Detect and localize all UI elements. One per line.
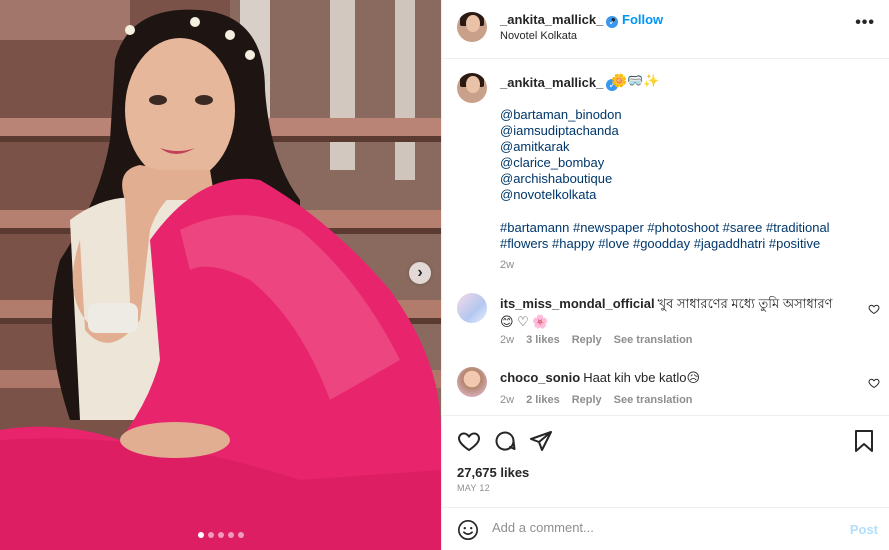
caption-avatar[interactable] — [457, 73, 487, 103]
emoji-icon[interactable] — [457, 519, 479, 544]
carousel-dot — [227, 532, 234, 538]
mention-link[interactable]: @novotelkolkata — [500, 187, 622, 203]
commenter-username[interactable]: choco_sonio — [500, 370, 580, 385]
caption-username[interactable]: _ankita_mallick_ ✓ — [500, 75, 619, 91]
next-photo-button[interactable]: › — [409, 262, 431, 284]
caption-hashtags[interactable]: #bartamann #newspaper #photoshoot #saree… — [500, 220, 840, 252]
caption-emojis: 🌼🥽✨ — [611, 73, 660, 88]
comment-meta: 2w 3 likes Reply See translation — [500, 334, 693, 346]
see-translation-button[interactable]: See translation — [614, 334, 693, 346]
post-header: _ankita_mallick_ ✓ • Follow Novotel Kolka… — [442, 0, 889, 59]
post-actions — [442, 415, 889, 463]
heart-icon[interactable] — [457, 429, 481, 456]
carousel-dot — [217, 532, 224, 538]
carousel-dot — [207, 532, 214, 538]
mention-link[interactable]: @iamsudiptachanda — [500, 123, 622, 139]
add-comment-bar: Post — [442, 507, 889, 550]
caption-username-text[interactable]: _ankita_mallick_ — [500, 75, 603, 90]
post-photo[interactable]: › — [0, 0, 441, 550]
reply-button[interactable]: Reply — [572, 394, 602, 406]
comment-likes[interactable]: 3 likes — [526, 334, 560, 346]
likes-count[interactable]: 27,675 likes — [457, 465, 529, 480]
photo-scene — [0, 0, 441, 550]
bookmark-icon[interactable] — [853, 429, 875, 456]
header-separator: • — [611, 12, 616, 27]
reply-button[interactable]: Reply — [572, 334, 602, 346]
comment-time[interactable]: 2w — [500, 394, 514, 406]
carousel-indicator — [0, 532, 441, 538]
comment-heart-icon[interactable] — [868, 303, 880, 318]
comment-body: its_miss_mondal_official খুব সাধারণের মধ্… — [500, 295, 840, 331]
see-translation-button[interactable]: See translation — [614, 394, 693, 406]
commenter-avatar[interactable] — [457, 293, 487, 323]
comment-input[interactable] — [492, 520, 832, 535]
mention-link[interactable]: @archishaboutique — [500, 171, 622, 187]
comment-text: Haat kih vbe katlo😥 — [583, 370, 701, 385]
post-comment-button[interactable]: Post — [850, 522, 878, 537]
author-username[interactable]: _ankita_mallick_ ✓ — [500, 12, 619, 28]
share-icon[interactable] — [529, 429, 553, 456]
caption-timestamp[interactable]: 2w — [500, 259, 514, 271]
instagram-post: › _ankita_mallick_ ✓ • Follow Novotel Kol… — [0, 0, 889, 550]
comment-icon[interactable] — [493, 429, 517, 456]
author-username-text[interactable]: _ankita_mallick_ — [500, 12, 603, 27]
next-arrow-icon: › — [417, 264, 423, 281]
comment-likes[interactable]: 2 likes — [526, 394, 560, 406]
follow-button[interactable]: Follow — [622, 12, 663, 27]
comment-body: choco_sonio Haat kih vbe katlo😥 — [500, 369, 840, 387]
comment-time[interactable]: 2w — [500, 334, 514, 346]
caption-mentions: @bartaman_binodon @iamsudiptachanda @ami… — [500, 107, 622, 203]
commenter-username[interactable]: its_miss_mondal_official — [500, 296, 655, 311]
comment-heart-icon[interactable] — [868, 377, 880, 392]
commenter-avatar[interactable] — [457, 367, 487, 397]
carousel-dot — [197, 532, 204, 538]
author-avatar[interactable] — [457, 12, 487, 42]
mention-link[interactable]: @clarice_bombay — [500, 155, 622, 171]
post-date[interactable]: MAY 12 — [457, 483, 490, 493]
carousel-dot — [237, 532, 244, 538]
comment-meta: 2w 2 likes Reply See translation — [500, 394, 693, 406]
post-location[interactable]: Novotel Kolkata — [500, 30, 577, 42]
more-icon[interactable]: ••• — [855, 14, 875, 32]
mention-link[interactable]: @amitkarak — [500, 139, 622, 155]
mention-link[interactable]: @bartaman_binodon — [500, 107, 622, 123]
post-side-panel: _ankita_mallick_ ✓ • Follow Novotel Kolka… — [441, 0, 889, 550]
